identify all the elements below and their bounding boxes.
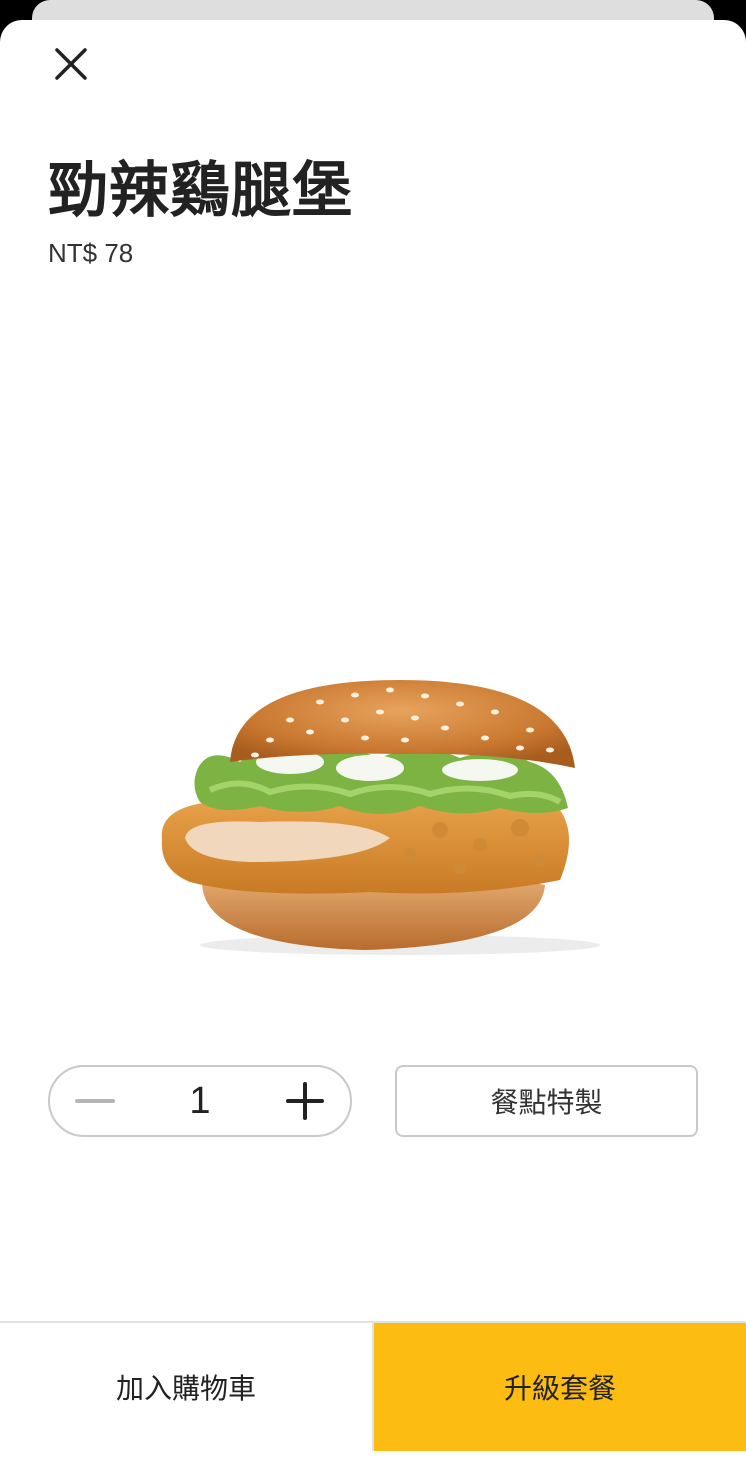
minus-icon	[75, 1099, 115, 1103]
product-image	[161, 680, 600, 955]
increment-button[interactable]	[260, 1067, 350, 1135]
product-detail-sheet: 勁辣鷄腿堡 NT$ 78 1 餐點特製 加入購物車 升級套餐	[0, 20, 746, 1470]
close-icon	[55, 48, 87, 80]
add-to-cart-button[interactable]: 加入購物車	[0, 1323, 374, 1451]
quantity-value: 1	[189, 1079, 211, 1122]
close-button[interactable]	[46, 42, 96, 86]
plus-icon	[286, 1082, 324, 1120]
product-title: 勁辣鷄腿堡	[48, 156, 353, 226]
upgrade-meal-button[interactable]: 升級套餐	[374, 1323, 746, 1451]
quantity-stepper: 1	[48, 1065, 352, 1137]
product-price: NT$ 78	[48, 238, 134, 268]
bottom-action-bar: 加入購物車 升級套餐	[0, 1321, 746, 1451]
decrement-button[interactable]	[50, 1067, 140, 1135]
customize-button[interactable]: 餐點特製	[395, 1065, 698, 1137]
